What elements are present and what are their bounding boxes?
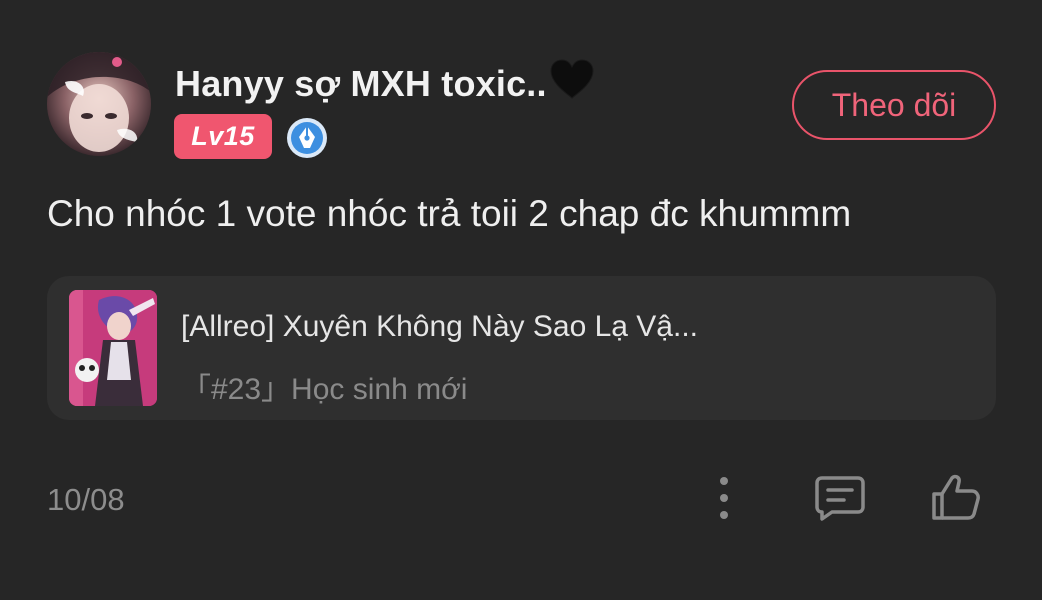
- avatar[interactable]: [47, 52, 151, 156]
- username-text: Hanyy sợ MXH toxic..: [175, 63, 547, 104]
- linked-story-card[interactable]: [Allreo] Xuyên Không Này Sao Lạ Vậ... 「#…: [47, 276, 996, 420]
- comment-post: Hanyy sợ MXH toxic.. Lv15 Theo dõi Cho n…: [0, 0, 1042, 600]
- username[interactable]: Hanyy sợ MXH toxic..: [175, 58, 595, 109]
- more-vertical-icon[interactable]: [706, 472, 742, 524]
- story-cover-image: [69, 290, 157, 406]
- black-heart-icon: [549, 58, 595, 109]
- follow-button[interactable]: Theo dõi: [792, 70, 996, 140]
- comment-text: Cho nhóc 1 vote nhóc trả toii 2 chap đc …: [47, 193, 852, 234]
- post-date: 10/08: [47, 482, 125, 517]
- comment-icon[interactable]: [812, 474, 868, 522]
- story-title: [Allreo] Xuyên Không Này Sao Lạ Vậ...: [181, 310, 698, 343]
- level-badge: Lv15: [174, 114, 272, 159]
- thumbs-up-icon[interactable]: [928, 472, 984, 524]
- pen-nib-badge-icon: [286, 117, 328, 159]
- story-chapter: 「#23」Học sinh mới: [181, 373, 468, 406]
- avatar-image: [47, 52, 151, 156]
